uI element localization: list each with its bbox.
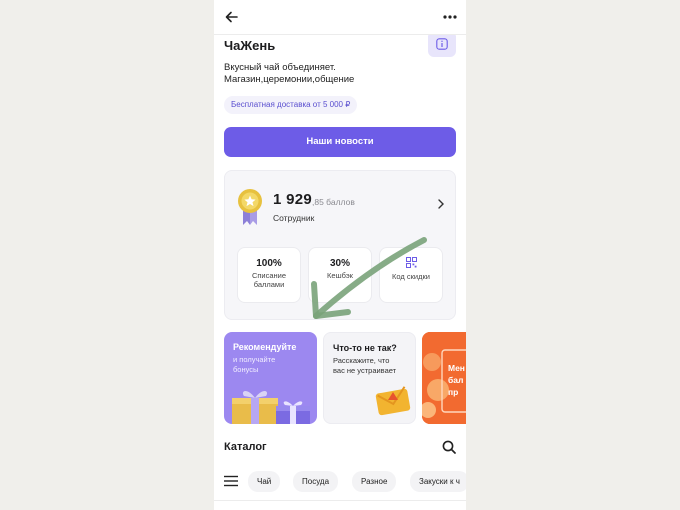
delivery-chip: Бесплатная доставка от 5 000 ₽	[224, 96, 358, 114]
promo-title: Мен бал пр	[448, 362, 465, 398]
phone-screen: ЧаЖень Вкусный чай объединяет. Магазин,ц…	[214, 0, 466, 510]
tile-label: Кешбэк	[327, 271, 353, 280]
promo-text-line: вас не устраивает	[333, 365, 397, 375]
promo-recommend[interactable]: Рекомендуйте и получайте бонусы	[224, 332, 317, 424]
category-pill[interactable]: Посуда	[293, 471, 339, 492]
promo-title-line: Мен	[448, 363, 465, 373]
promo-title-line: пр	[448, 387, 459, 397]
news-button[interactable]: Наши новости	[224, 127, 456, 157]
description-line: Магазин,церемонии,общение	[224, 73, 355, 85]
promo-text-line: Расскажите, что	[333, 356, 390, 365]
points-unit: ,85 баллов	[312, 197, 355, 207]
description-line: Вкусный чай объединяет.	[224, 62, 336, 73]
tile-value: 100%	[256, 258, 282, 269]
promo-text-line: бонусы	[233, 364, 259, 374]
gift-boxes-icon	[232, 391, 310, 424]
tile-discount-code[interactable]: Код скидки	[379, 247, 443, 303]
qr-code-icon	[405, 257, 417, 268]
tile-writeoff[interactable]: 100% Списание баллами	[237, 247, 301, 303]
promo-text: и получайте бонусы	[233, 355, 275, 374]
more-dots-icon[interactable]	[442, 9, 458, 25]
catalog-title: Каталог	[224, 441, 267, 453]
tile-value: 30%	[329, 258, 350, 269]
tile-label: баллами	[253, 280, 285, 289]
loyalty-status: Сотрудник	[273, 213, 315, 223]
promo-points[interactable]: Мен бал пр	[422, 332, 466, 424]
search-icon[interactable]	[442, 440, 456, 454]
promo-feedback[interactable]: Что-то не так? Расскажите, что вас не ус…	[323, 332, 416, 424]
tile-label: Списание	[251, 271, 287, 280]
shop-name: ЧаЖень	[224, 38, 276, 53]
tile-cashback[interactable]: 30% Кешбэк	[308, 247, 372, 303]
medal-star-icon	[238, 189, 262, 225]
category-pill[interactable]: Закуски к ч	[410, 471, 466, 492]
points-value: 1 929	[273, 191, 313, 208]
loyalty-card[interactable]: 1 929 ,85 баллов Сотрудник 100% Списание…	[224, 170, 456, 320]
tile-label: Код скидки	[392, 272, 430, 281]
info-icon	[436, 38, 448, 50]
hamburger-icon[interactable]	[224, 475, 238, 487]
category-pill[interactable]: Разное	[352, 471, 397, 492]
promo-title-line: бал	[448, 375, 464, 385]
promo-title: Что-то не так?	[333, 343, 397, 353]
category-pill[interactable]: Чай	[248, 471, 281, 492]
shop-description: Вкусный чай объединяет. Магазин,церемони…	[224, 62, 454, 85]
promo-text: Расскажите, что вас не устраивает	[333, 356, 396, 375]
product-grid-edge	[214, 500, 466, 510]
promo-title: Рекомендуйте	[233, 342, 297, 352]
chevron-right-icon[interactable]	[437, 199, 445, 209]
top-bar	[214, 0, 466, 35]
promo-text-line: и получайте	[233, 355, 276, 364]
arrow-left-icon[interactable]	[224, 9, 240, 25]
envelope-icon	[375, 386, 411, 416]
